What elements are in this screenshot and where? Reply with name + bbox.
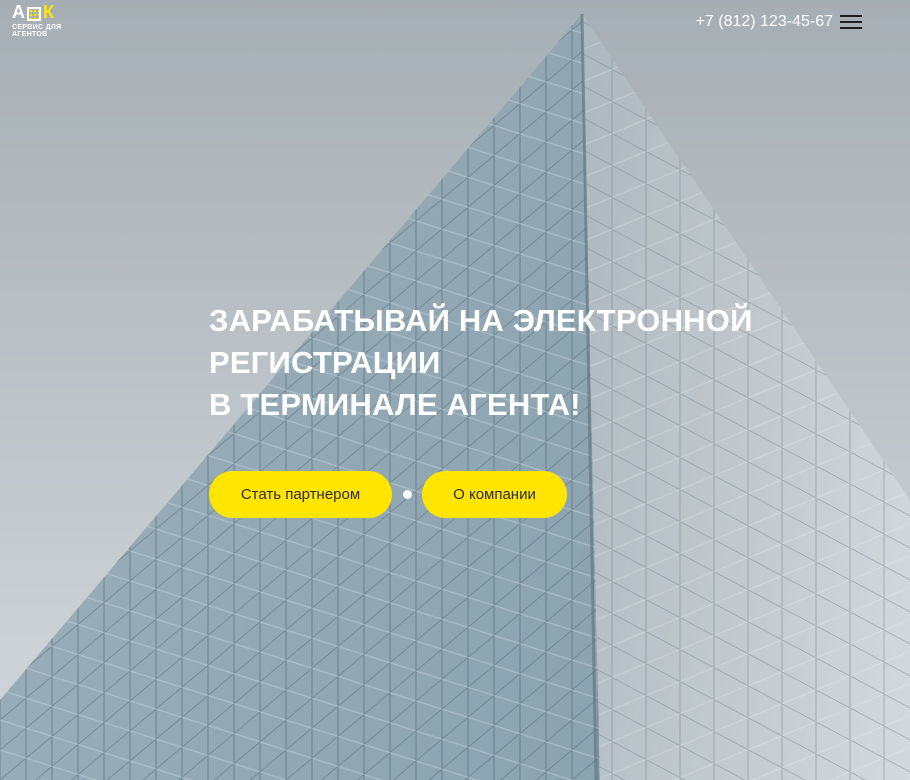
hamburger-menu-icon[interactable] bbox=[840, 13, 862, 31]
hero-section: А К СЕРВИС ДЛЯ АГЕНТОВ +7 (812) 123-45-6… bbox=[0, 0, 910, 780]
hero-headline: ЗАРАБАТЫВАЙ НА ЭЛЕКТРОННОЙ РЕГИСТРАЦИИ В… bbox=[209, 300, 829, 426]
separator-dot bbox=[403, 490, 412, 499]
headline-line: В ТЕРМИНАЛЕ АГЕНТА! bbox=[209, 387, 581, 422]
menu-bar bbox=[840, 27, 862, 29]
headline-line: ЗАРАБАТЫВАЙ НА ЭЛЕКТРОННОЙ bbox=[209, 303, 753, 338]
logo-letter-k: К bbox=[43, 2, 54, 22]
phone-number-link[interactable]: +7 (812) 123-45-67 bbox=[696, 12, 833, 32]
about-company-button[interactable]: О компании bbox=[422, 471, 567, 518]
company-logo[interactable]: А К СЕРВИС ДЛЯ АГЕНТОВ bbox=[12, 3, 82, 39]
logo-mark: А К bbox=[12, 3, 82, 21]
menu-bar bbox=[840, 15, 862, 17]
logo-letter-a: А bbox=[12, 2, 25, 22]
site-header: А К СЕРВИС ДЛЯ АГЕНТОВ +7 (812) 123-45-6… bbox=[0, 0, 910, 44]
logo-window-grid-icon bbox=[27, 7, 41, 21]
headline-line: РЕГИСТРАЦИИ bbox=[209, 345, 441, 380]
logo-caption: СЕРВИС ДЛЯ АГЕНТОВ bbox=[12, 24, 62, 38]
become-partner-button[interactable]: Стать партнером bbox=[209, 471, 392, 518]
menu-bar bbox=[840, 21, 862, 23]
